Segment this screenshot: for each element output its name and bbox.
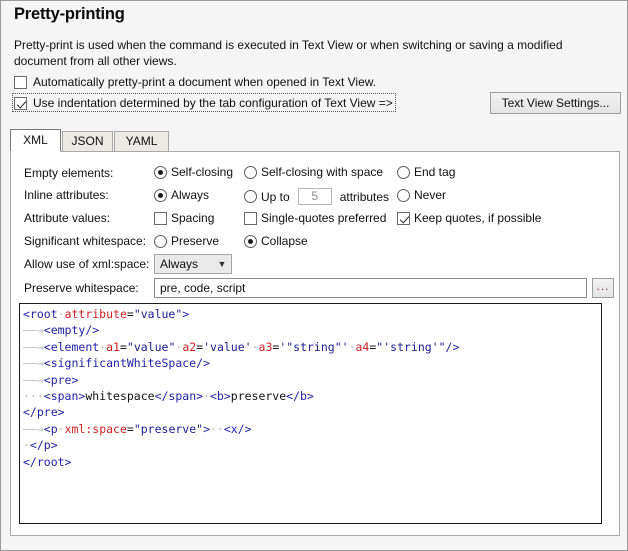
radio-icon[interactable] [244,190,257,203]
preview-line: ·</p> [23,437,601,453]
preview-line: ···<span>whitespace</span>·<b>preserve</… [23,388,601,404]
radio-empty-end-tag[interactable]: End tag [397,165,455,179]
preserve-whitespace-browse-button[interactable]: ... [592,278,614,298]
label-allow-xml-space: Allow use of xml:space: [24,257,149,271]
radio-empty-self-closing[interactable]: Self-closing [154,165,233,179]
page-title: Pretty-printing [14,5,125,24]
label-attribute-values: Attribute values: [24,211,110,225]
auto-pretty-print-checkbox-row[interactable]: Automatically pretty-print a document wh… [14,75,376,89]
preview-line: ——→<significantWhiteSpace/> [23,355,601,371]
checkbox-icon[interactable] [244,212,257,225]
checkbox-label: Keep quotes, if possible [414,211,541,225]
radio-label: Always [171,188,209,202]
preview-line: </root> [23,454,601,470]
checkbox-attr-single-quotes[interactable]: Single-quotes preferred [244,211,386,225]
label-significant-whitespace: Significant whitespace: [24,234,146,248]
preview-line: ——→<pre> [23,372,601,388]
tab-json[interactable]: JSON [62,131,113,151]
radio-icon[interactable] [397,166,410,179]
tab-xml[interactable]: XML [10,129,61,152]
preview-line: </pre> [23,404,601,420]
checkbox-label: Spacing [171,211,214,225]
checkbox-attr-spacing[interactable]: Spacing [154,211,214,225]
radio-empty-self-closing-with-space[interactable]: Self-closing with space [244,165,383,179]
preview-line: ——→<p·xml:space="preserve">··<x/> [23,421,601,437]
radio-inline-never[interactable]: Never [397,188,446,202]
checkbox-label: Single-quotes preferred [261,211,386,225]
chevron-down-icon[interactable]: ▼ [213,255,231,273]
radio-inline-up-to[interactable]: Up to 5 attributes [244,188,389,205]
radio-inline-always[interactable]: Always [154,188,209,202]
preserve-whitespace-input[interactable]: pre, code, script [154,278,587,298]
checkbox-icon[interactable] [154,212,167,225]
preview-line: ——→<empty/> [23,322,601,338]
radio-icon[interactable] [244,166,257,179]
tab-strip: XML JSON YAML [10,129,620,151]
radio-sigws-preserve[interactable]: Preserve [154,234,219,248]
checkbox-icon[interactable] [14,76,27,89]
label-empty-elements: Empty elements: [24,166,113,180]
radio-label: Up to [261,190,290,204]
radio-label: Never [414,188,446,202]
up-to-suffix-label: attributes [340,190,389,204]
label-preserve-whitespace: Preserve whitespace: [24,281,139,295]
radio-icon[interactable] [154,235,167,248]
radio-selected-icon[interactable] [154,189,167,202]
radio-sigws-collapse[interactable]: Collapse [244,234,308,248]
preview-line: <root·attribute="value"> [23,306,601,322]
page-description: Pretty-print is used when the command is… [14,38,618,69]
use-indentation-label: Use indentation determined by the tab co… [33,96,393,110]
radio-label: Preserve [171,234,219,248]
radio-icon[interactable] [397,189,410,202]
radio-selected-icon[interactable] [154,166,167,179]
checkbox-checked-icon[interactable] [397,212,410,225]
xml-preview-pane[interactable]: <root·attribute="value"> ——→<empty/> ——→… [19,303,602,524]
auto-pretty-print-label: Automatically pretty-print a document wh… [33,75,376,89]
allow-xml-space-select[interactable]: Always ▼ [154,254,232,274]
label-inline-attributes: Inline attributes: [24,188,109,202]
radio-label: Self-closing with space [261,165,383,179]
tab-yaml[interactable]: YAML [114,131,169,151]
radio-label: Self-closing [171,165,233,179]
preview-line: ——→<element·a1="value"·a2='value'·a3='"s… [23,339,601,355]
text-view-settings-button[interactable]: Text View Settings... [490,92,621,114]
up-to-attributes-input[interactable]: 5 [298,188,332,205]
radio-label: End tag [414,165,455,179]
select-value: Always [155,257,213,271]
checkbox-checked-icon[interactable] [14,97,27,110]
radio-label: Collapse [261,234,308,248]
radio-selected-icon[interactable] [244,235,257,248]
checkbox-attr-keep-quotes[interactable]: Keep quotes, if possible [397,211,541,225]
use-indentation-checkbox-row[interactable]: Use indentation determined by the tab co… [14,96,393,110]
pretty-printing-dialog: Pretty-printing Pretty-print is used whe… [0,0,628,551]
